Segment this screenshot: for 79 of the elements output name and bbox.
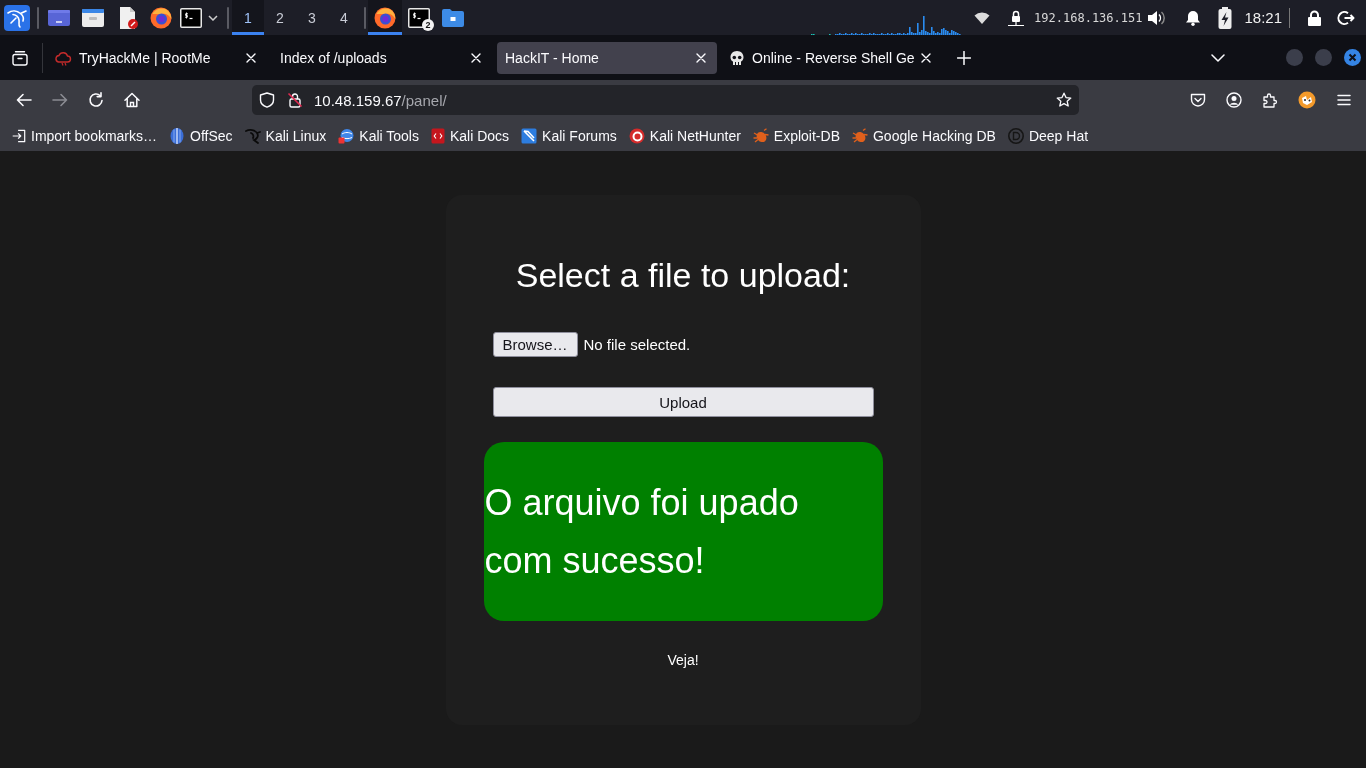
bookmark-link[interactable]: Google Hacking DB <box>852 127 996 144</box>
bookmark-link[interactable]: OffSec <box>169 127 233 144</box>
browser-icon <box>374 6 396 29</box>
terminal-icon[interactable] <box>180 7 202 28</box>
bookmark-link[interactable]: Kali Linux <box>244 127 327 144</box>
terminal-icon <box>408 7 430 28</box>
fox-avatar-icon[interactable] <box>1298 91 1316 109</box>
ip-address-text: 192.168.136.151 <box>1034 10 1143 25</box>
swirl-logo-icon[interactable] <box>4 4 30 31</box>
close-icon[interactable] <box>921 52 931 63</box>
browser-tab[interactable]: Index of /uploads <box>272 41 492 74</box>
reload-icon[interactable] <box>88 92 104 108</box>
volume-icon[interactable] <box>1147 9 1166 26</box>
puzzle-icon[interactable] <box>1262 92 1278 108</box>
battery-icon[interactable] <box>1218 6 1233 29</box>
bookmark-link[interactable]: Kali Docs <box>430 127 510 144</box>
close-icon[interactable] <box>471 52 481 63</box>
browser-icon[interactable] <box>150 6 172 29</box>
ring-icon <box>628 127 645 144</box>
browser-tab[interactable]: TryHackMe | RootMe <box>47 41 267 74</box>
lock-icon[interactable] <box>1307 9 1322 26</box>
count-badge: 2 <box>422 19 434 31</box>
split-circle-icon <box>169 127 186 144</box>
chevron-shield-icon[interactable] <box>1190 92 1206 108</box>
code-book-icon <box>430 127 445 144</box>
drawer-icon[interactable] <box>82 8 104 27</box>
import-icon <box>12 128 26 143</box>
insecure-lock-icon[interactable] <box>287 92 303 108</box>
document-edit-icon[interactable] <box>118 6 138 29</box>
star-icon[interactable] <box>1056 92 1072 108</box>
caret-icon[interactable] <box>208 14 218 21</box>
plus-icon[interactable] <box>957 50 971 65</box>
browser-tab[interactable]: Online - Reverse Shell Ge <box>722 41 942 74</box>
network-lock-icon[interactable] <box>1007 8 1026 27</box>
shield-icon[interactable] <box>259 92 275 108</box>
taskbar-app-button[interactable] <box>368 0 402 35</box>
browser-tab[interactable]: HackIT - Home <box>497 41 717 74</box>
close-icon[interactable] <box>246 52 256 63</box>
account-icon[interactable] <box>1226 92 1242 108</box>
tab-list-icon[interactable] <box>12 49 28 66</box>
url-text: 10.48.159.67/panel/ <box>314 91 447 109</box>
bookmark-link[interactable]: Import bookmarks… <box>12 127 158 144</box>
bug-icon <box>752 127 769 144</box>
swirl-logo-icon <box>244 127 261 144</box>
folder-icon <box>442 8 464 27</box>
close-icon[interactable] <box>696 52 706 63</box>
quill-icon <box>521 127 538 144</box>
logout-icon[interactable] <box>1337 9 1355 26</box>
browse-button[interactable]: Browse… <box>492 332 578 357</box>
address-field[interactable]: 10.48.159.67/panel/ <box>252 85 1079 115</box>
bookmark-link[interactable]: Kali Forums <box>521 127 617 144</box>
circle-logo-icon <box>1007 127 1024 144</box>
taskbar-app-button[interactable]: 2 <box>402 0 436 35</box>
page-heading: Select a file to upload: <box>515 255 851 296</box>
workspace-button[interactable]: 4 <box>328 0 360 35</box>
window-icon[interactable] <box>48 9 70 26</box>
cloud-icon <box>54 49 72 66</box>
bell-icon[interactable] <box>1185 9 1202 26</box>
home-icon[interactable] <box>124 92 140 108</box>
bookmark-link[interactable]: Kali NetHunter <box>628 127 741 144</box>
wifi-icon[interactable] <box>974 11 991 24</box>
bookmark-link[interactable]: Kali Tools <box>338 127 419 144</box>
close-window-icon[interactable] <box>1344 49 1361 66</box>
upload-button[interactable]: Upload <box>492 387 874 417</box>
workspace-button[interactable]: 2 <box>264 0 296 35</box>
globe-badge-icon <box>338 127 355 144</box>
file-status-text: No file selected. <box>583 336 691 353</box>
clock-text[interactable]: 18:21 <box>1244 9 1282 26</box>
menu-icon[interactable] <box>1336 92 1352 108</box>
workspace-button[interactable]: 1 <box>232 0 264 35</box>
bookmark-link[interactable]: Deep Hat <box>1007 127 1089 144</box>
chevron-down-icon[interactable] <box>1211 53 1225 62</box>
bug-icon <box>852 127 868 144</box>
bookmark-link[interactable]: Exploit-DB <box>752 127 840 144</box>
success-message: O arquivo foi upado com sucesso! <box>483 442 883 621</box>
skull-icon <box>729 49 745 66</box>
workspace-button[interactable]: 3 <box>296 0 328 35</box>
view-link[interactable]: Veja! <box>667 650 699 670</box>
back-icon[interactable] <box>16 92 32 108</box>
